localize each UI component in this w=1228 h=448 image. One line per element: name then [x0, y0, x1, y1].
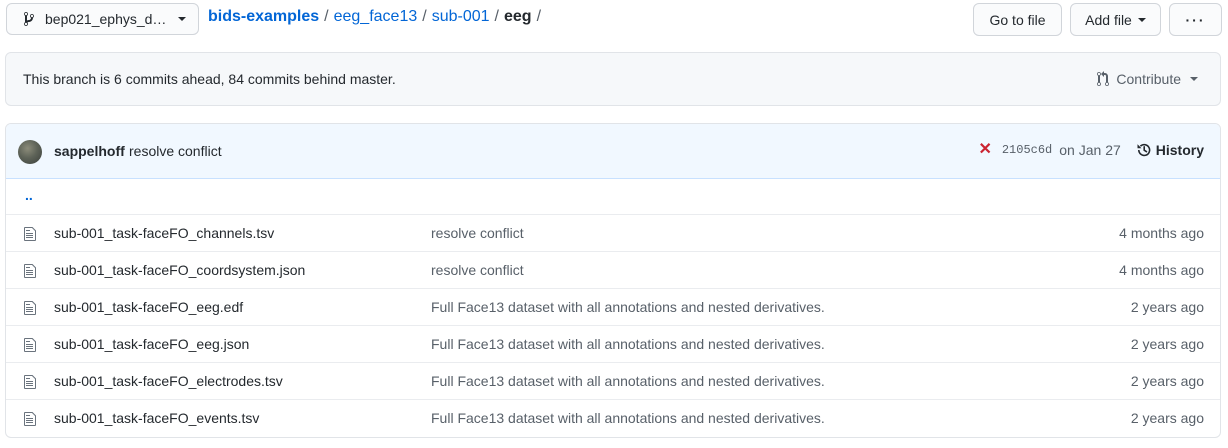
- history-link[interactable]: History: [1136, 142, 1204, 158]
- file-age: 4 months ago: [1119, 262, 1204, 278]
- file-commit-message-link[interactable]: Full Face13 dataset with all annotations…: [431, 410, 825, 426]
- repo-header-bar: bep021_ephys_d… bids-examples / eeg_face…: [0, 0, 1228, 40]
- git-branch-icon: [22, 11, 36, 27]
- history-icon: [1136, 142, 1152, 158]
- file-icon: [24, 226, 36, 242]
- breadcrumb: bids-examples / eeg_face13 / sub-001 / e…: [208, 8, 546, 26]
- more-options-button[interactable]: ···: [1169, 3, 1222, 36]
- add-file-button[interactable]: Add file: [1070, 3, 1161, 36]
- file-commit-message-link[interactable]: Full Face13 dataset with all annotations…: [431, 299, 825, 315]
- file-age: 2 years ago: [1130, 299, 1204, 315]
- file-age: 2 years ago: [1130, 410, 1204, 426]
- commit-meta: ✕ 2105c6d on Jan 27 History: [978, 142, 1204, 159]
- commit-message-link[interactable]: resolve conflict: [129, 143, 222, 159]
- file-row: sub-001_task-faceFO_eeg.json Full Face13…: [6, 326, 1220, 363]
- contribute-dropdown[interactable]: Contribute: [1097, 71, 1198, 87]
- file-icon: [24, 300, 36, 316]
- file-name-link[interactable]: sub-001_task-faceFO_events.tsv: [54, 410, 259, 426]
- parent-directory-link[interactable]: ..: [25, 187, 33, 203]
- file-name-link[interactable]: sub-001_task-faceFO_channels.tsv: [54, 225, 274, 241]
- file-age: 4 months ago: [1119, 225, 1204, 241]
- file-name-link[interactable]: sub-001_task-faceFO_eeg.json: [54, 336, 249, 352]
- chevron-down-icon: [178, 17, 186, 21]
- commit-date: on Jan 27: [1059, 142, 1121, 158]
- file-row: sub-001_task-faceFO_events.tsv Full Face…: [6, 400, 1220, 437]
- file-age: 2 years ago: [1130, 336, 1204, 352]
- breadcrumb-folder-link[interactable]: eeg_face13: [334, 8, 418, 26]
- branch-select-button[interactable]: bep021_ephys_d…: [6, 3, 199, 35]
- file-row: sub-001_task-faceFO_electrodes.tsv Full …: [6, 363, 1220, 400]
- file-icon: [24, 337, 36, 353]
- latest-commit-bar: sappelhoff resolve conflict ✕ 2105c6d on…: [6, 124, 1220, 179]
- branch-status-text: This branch is 6 commits ahead, 84 commi…: [23, 71, 396, 87]
- history-label: History: [1155, 142, 1204, 158]
- go-to-file-label: Go to file: [989, 11, 1046, 28]
- file-commit-message-link[interactable]: resolve conflict: [431, 225, 524, 241]
- add-file-label: Add file: [1085, 11, 1132, 28]
- file-icon: [24, 263, 36, 279]
- commit-author-link[interactable]: sappelhoff: [54, 143, 125, 159]
- go-to-file-button[interactable]: Go to file: [973, 3, 1062, 36]
- file-name-link[interactable]: sub-001_task-faceFO_electrodes.tsv: [54, 373, 283, 389]
- contribute-label: Contribute: [1116, 71, 1181, 87]
- breadcrumb-separator: /: [422, 8, 427, 25]
- breadcrumb-separator: /: [494, 8, 499, 25]
- file-icon: [24, 411, 36, 427]
- file-row: sub-001_task-faceFO_coordsystem.json res…: [6, 252, 1220, 289]
- file-name-link[interactable]: sub-001_task-faceFO_eeg.edf: [54, 299, 243, 315]
- commit-sha-link[interactable]: 2105c6d: [1002, 143, 1052, 157]
- file-age: 2 years ago: [1130, 373, 1204, 389]
- breadcrumb-separator: /: [536, 8, 542, 25]
- avatar[interactable]: [18, 140, 42, 164]
- chevron-down-icon: [1137, 17, 1146, 22]
- branch-status-box: This branch is 6 commits ahead, 84 commi…: [5, 52, 1221, 106]
- branch-name: bep021_ephys_d…: [45, 11, 167, 27]
- chevron-down-icon: [1190, 77, 1198, 81]
- file-commit-message-link[interactable]: Full Face13 dataset with all annotations…: [431, 373, 825, 389]
- file-row: sub-001_task-faceFO_eeg.edf Full Face13 …: [6, 289, 1220, 326]
- file-navigation-table: sappelhoff resolve conflict ✕ 2105c6d on…: [5, 123, 1221, 438]
- breadcrumb-current-folder: eeg: [503, 8, 532, 25]
- file-commit-message-link[interactable]: resolve conflict: [431, 262, 524, 278]
- file-name-link[interactable]: sub-001_task-faceFO_coordsystem.json: [54, 262, 305, 278]
- kebab-horizontal-icon: ···: [1185, 11, 1206, 28]
- git-pull-request-icon: [1097, 71, 1111, 87]
- file-row: sub-001_task-faceFO_channels.tsv resolve…: [6, 215, 1220, 252]
- file-icon: [24, 374, 36, 390]
- file-commit-message-link[interactable]: Full Face13 dataset with all annotations…: [431, 336, 825, 352]
- parent-directory-row: ..: [6, 179, 1220, 215]
- x-fail-icon[interactable]: ✕: [978, 142, 991, 158]
- breadcrumb-folder-link[interactable]: sub-001: [432, 8, 490, 26]
- breadcrumb-repo-link[interactable]: bids-examples: [208, 8, 319, 26]
- breadcrumb-separator: /: [324, 8, 329, 25]
